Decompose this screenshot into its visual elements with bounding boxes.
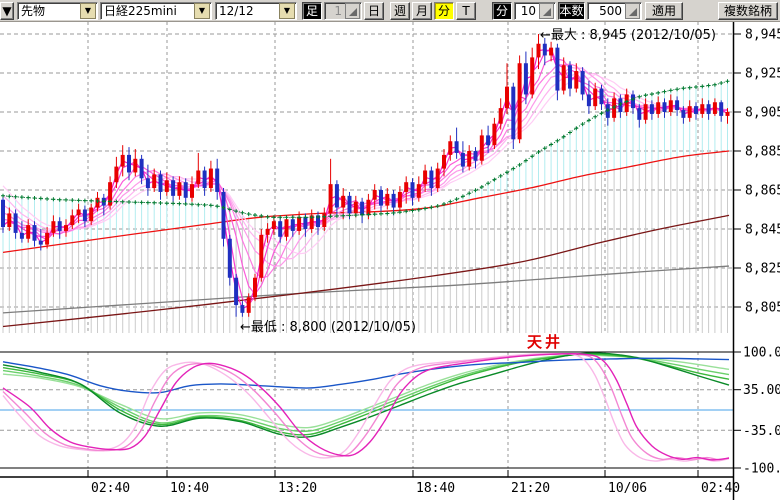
spinner-icon[interactable] <box>345 3 360 19</box>
interval-spinner[interactable]: 10 <box>514 2 556 20</box>
dropdown-arrow-icon[interactable]: ▼ <box>279 3 295 19</box>
ashi-count-value: 1 <box>325 3 344 19</box>
price-tick-label: 8,925 <box>745 67 780 82</box>
price-tick-label: 8,845 <box>745 223 780 238</box>
period-month-button[interactable]: 月 <box>412 2 432 20</box>
symbol-combobox[interactable]: 日経225mini ▼ <box>100 2 212 20</box>
interval-value: 10 <box>515 3 538 19</box>
bars-value: 500 <box>588 3 624 19</box>
ashi-count-spinner[interactable]: 1 <box>324 2 362 20</box>
contract-month-combobox[interactable]: 12/12 ▼ <box>215 2 297 20</box>
symbol-combobox-value: 日経225mini <box>101 3 193 19</box>
ashi-toggle-button[interactable]: 足 <box>302 2 322 20</box>
oscillator-tick-label: -100.00 <box>743 462 780 477</box>
time-tick-label: 21:20 <box>511 481 550 496</box>
dropdown-arrow-icon[interactable]: ▼ <box>80 3 96 19</box>
contract-month-combobox-value: 12/12 <box>216 3 278 19</box>
period-tick-button[interactable]: T <box>456 2 476 20</box>
toolbar: ▼ 先物 ▼ 日経225mini ▼ 12/12 ▼ 足 1 日 週 月 分 T… <box>0 0 780 22</box>
time-tick-label: 18:40 <box>416 481 455 496</box>
spinner-icon[interactable] <box>539 3 554 19</box>
period-week-button[interactable]: 週 <box>390 2 410 20</box>
chart-application-window: 8,945 8,925 8,905 8,885 8,865 8,845 8,825 8,805… <box>0 0 780 500</box>
market-combobox[interactable]: 先物 ▼ <box>17 2 98 20</box>
interval-label: 分 <box>492 2 512 20</box>
price-tick-label: 8,805 <box>745 301 780 316</box>
bars-label: 本数 <box>558 2 585 20</box>
time-tick-label: 13:20 <box>278 481 317 496</box>
time-tick-label: 02:40 <box>701 481 740 496</box>
apply-button[interactable]: 適用 <box>645 2 683 20</box>
spinner-icon[interactable] <box>625 3 640 19</box>
multi-symbol-button[interactable]: 複数銘柄 <box>718 2 778 20</box>
max-price-annotation: ←最大 : 8,945 (2012/10/05) <box>540 24 716 43</box>
oscillator-tick-label: 35.00 <box>743 383 780 398</box>
price-tick-label: 8,865 <box>745 184 780 199</box>
price-tick-label: 8,945 <box>745 28 780 43</box>
time-tick-label: 10:40 <box>170 481 209 496</box>
price-tick-label: 8,905 <box>745 106 780 121</box>
bars-spinner[interactable]: 500 <box>587 2 642 20</box>
ceiling-annotation: 天井 <box>527 331 563 352</box>
oscillator-tick-label: 100.00 <box>743 346 780 361</box>
period-day-button[interactable]: 日 <box>364 2 384 20</box>
period-minute-button[interactable]: 分 <box>434 2 454 20</box>
history-dropdown-button[interactable]: ▼ <box>0 2 14 20</box>
oscillator-tick-label: -35.00 <box>743 424 780 439</box>
price-tick-label: 8,825 <box>745 262 780 277</box>
market-combobox-value: 先物 <box>18 3 79 19</box>
time-tick-label: 02:40 <box>91 481 130 496</box>
dropdown-arrow-icon[interactable]: ▼ <box>194 3 210 19</box>
chart-canvas: 8,945 8,925 8,905 8,885 8,865 8,845 8,825 8,805… <box>0 0 780 500</box>
price-tick-label: 8,885 <box>745 145 780 160</box>
min-price-annotation: ←最低 : 8,800 (2012/10/05) <box>240 316 416 335</box>
time-tick-label: 10/06 <box>608 481 647 496</box>
